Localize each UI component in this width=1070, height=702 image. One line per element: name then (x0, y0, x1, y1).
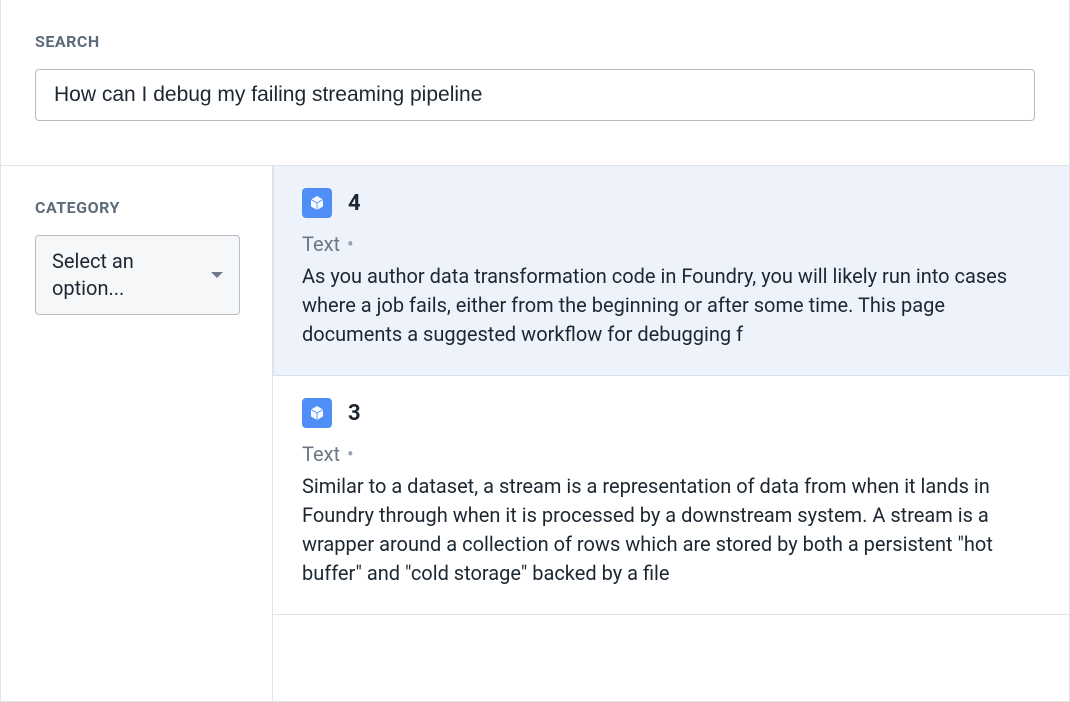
results-list: 4 Text • As you author data transformati… (273, 166, 1069, 701)
card-type: Text (302, 442, 340, 466)
card-meta: Text • (302, 442, 1041, 466)
card-number: 3 (348, 401, 361, 426)
category-dropdown[interactable]: Select an option... (35, 235, 240, 315)
result-card[interactable]: 4 Text • As you author data transformati… (273, 166, 1069, 376)
card-header: 4 (302, 188, 1041, 218)
bullet-separator: • (342, 232, 354, 256)
card-number: 4 (348, 191, 361, 216)
lower-section: CATEGORY Select an option... 4 (1, 166, 1069, 701)
search-label: SEARCH (35, 32, 1035, 51)
bullet-separator: • (342, 442, 354, 466)
search-section: SEARCH (1, 0, 1069, 166)
card-meta: Text • (302, 232, 1041, 256)
cube-icon (302, 398, 332, 428)
search-input[interactable] (35, 69, 1035, 121)
result-card[interactable]: 3 Text • Similar to a dataset, a stream … (273, 376, 1069, 615)
category-label: CATEGORY (35, 198, 238, 217)
card-body: As you author data transformation code i… (302, 262, 1041, 349)
card-body: Similar to a dataset, a stream is a repr… (302, 472, 1041, 588)
card-type: Text (302, 232, 340, 256)
app-container: SEARCH CATEGORY Select an option... (0, 0, 1070, 702)
sidebar: CATEGORY Select an option... (1, 166, 273, 701)
dropdown-placeholder: Select an option... (52, 248, 201, 302)
chevron-down-icon (211, 272, 223, 278)
card-header: 3 (302, 398, 1041, 428)
cube-icon (302, 188, 332, 218)
